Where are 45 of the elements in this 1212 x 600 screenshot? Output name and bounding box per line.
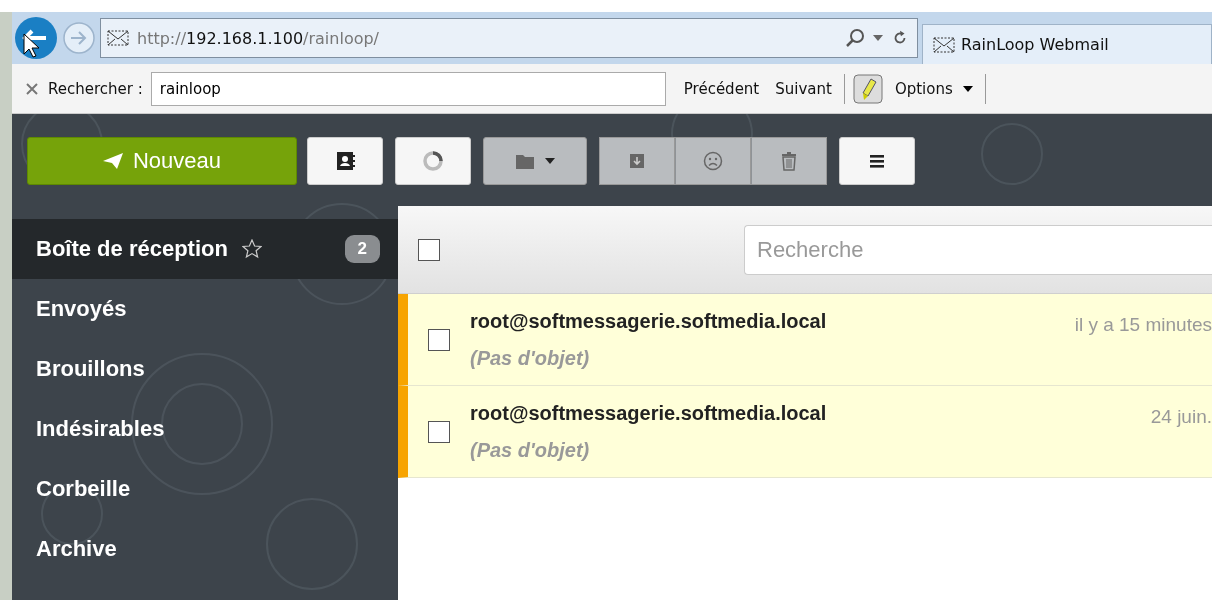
message-row[interactable]: root@softmessagerie.softmedia.local (Pas d'objet) il y a 15 minutes xyxy=(398,294,1212,386)
message-row[interactable]: root@softmessagerie.softmedia.local (Pas d'objet) 24 juin. xyxy=(398,386,1212,478)
back-button[interactable] xyxy=(14,16,58,60)
browser-tab[interactable]: RainLoop Webmail xyxy=(922,24,1212,64)
date-text: 24 juin. xyxy=(1150,406,1212,428)
trash-icon xyxy=(779,151,799,171)
star-icon[interactable] xyxy=(241,239,262,259)
caret-icon xyxy=(962,85,973,92)
folder-item[interactable]: Boîte de réception 2 xyxy=(12,219,398,279)
find-button[interactable]: Suivant xyxy=(771,79,836,98)
unread-count: 2 xyxy=(344,235,380,263)
folder-item[interactable]: Archive xyxy=(12,519,398,579)
spinner-icon xyxy=(423,151,443,171)
paper-plane-icon xyxy=(102,153,123,169)
dropdown-icon[interactable] xyxy=(873,35,883,41)
menu-button[interactable] xyxy=(839,137,915,185)
search-field[interactable]: Recherche xyxy=(744,224,1212,275)
close-icon[interactable] xyxy=(26,82,38,95)
address-bar[interactable]: http://192.168.1.100/rainloop/ xyxy=(100,18,918,58)
find-field[interactable]: rainloop xyxy=(150,71,666,106)
sad-face-icon xyxy=(703,151,723,171)
caret-icon xyxy=(545,158,555,164)
options-button[interactable]: Options xyxy=(890,79,977,98)
folder-item[interactable]: Indésirables xyxy=(12,399,398,459)
sender-text: root@softmessagerie.softmedia.local xyxy=(470,401,828,425)
contacts-icon xyxy=(335,151,355,171)
highlighter-icon[interactable] xyxy=(852,73,883,104)
sender-text: root@softmessagerie.softmedia.local xyxy=(470,309,828,333)
archive-icon xyxy=(627,151,647,171)
subject-text: (Pas d'objet) xyxy=(470,438,591,462)
find-button[interactable]: Précédent xyxy=(679,79,764,98)
message-checkbox[interactable] xyxy=(428,420,450,443)
page-icon xyxy=(107,28,129,48)
contacts-button[interactable] xyxy=(307,137,383,185)
url-text: http://192.168.1.100/rainloop/ xyxy=(137,28,379,48)
find-label: Rechercher : xyxy=(48,79,143,98)
search-icon[interactable] xyxy=(845,28,865,48)
page-icon xyxy=(933,34,955,55)
date-text: il y a 15 minutes xyxy=(1074,314,1212,336)
folder-item[interactable]: Brouillons xyxy=(12,339,398,399)
select-all-checkbox[interactable] xyxy=(418,238,440,261)
folder-item[interactable]: Corbeille xyxy=(12,459,398,519)
message-checkbox[interactable] xyxy=(428,328,450,351)
subject-text: (Pas d'objet) xyxy=(470,346,591,370)
folder-item[interactable]: Envoyés xyxy=(12,279,398,339)
